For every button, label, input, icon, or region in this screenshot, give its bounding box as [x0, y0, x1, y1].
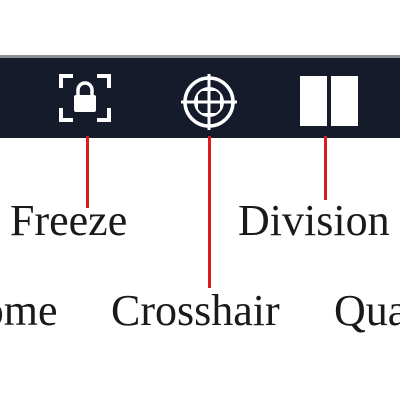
freeze-button[interactable] — [55, 68, 115, 128]
division-split-icon — [300, 76, 358, 126]
freeze-label: Freeze — [10, 196, 128, 245]
division-label: Division — [238, 196, 390, 245]
crosshair-button[interactable] — [177, 73, 241, 131]
crosshair-icon — [181, 74, 237, 130]
annotated-toolbar-figure: Freeze Division Home Crosshair Quad — [0, 0, 400, 400]
division-button[interactable] — [296, 70, 362, 130]
home-label: Home — [0, 286, 58, 335]
crosshair-label: Crosshair — [111, 286, 280, 335]
freeze-lock-icon — [59, 74, 111, 122]
quad-label: Quad — [334, 286, 400, 335]
crosshair-pointer-line — [208, 136, 211, 288]
division-pointer-line — [324, 136, 327, 200]
